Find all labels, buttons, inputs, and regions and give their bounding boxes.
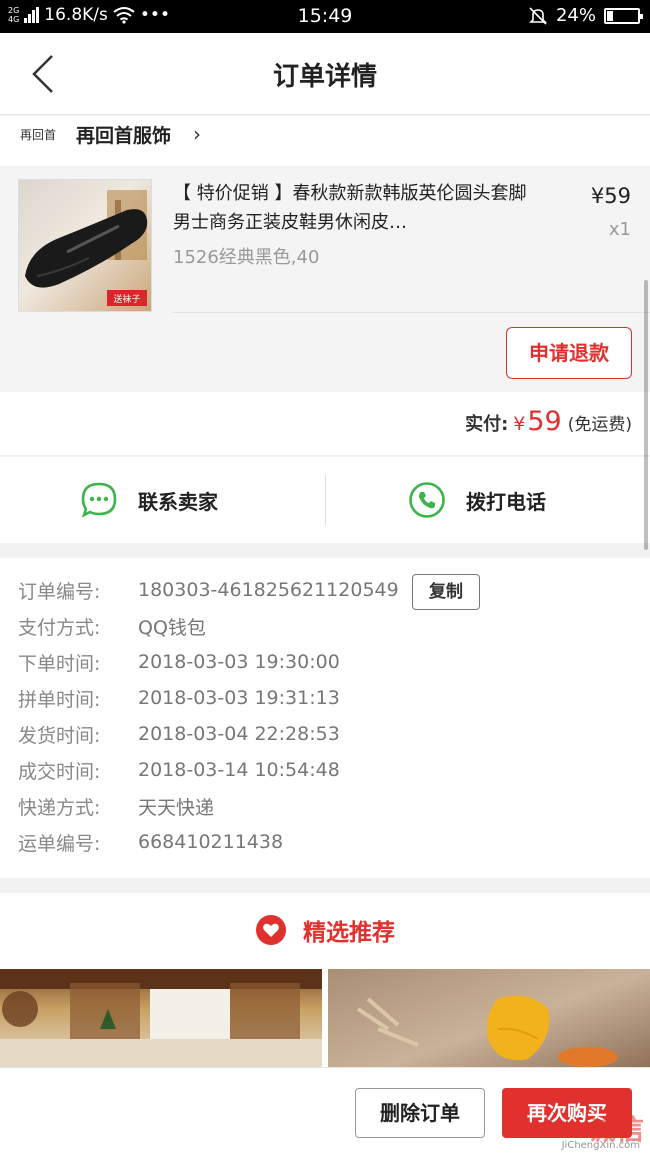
payment-summary: 实付: ¥ 59 (免运费): [0, 392, 650, 456]
product-price: ¥59: [590, 184, 631, 208]
divider: [325, 475, 326, 525]
heart-icon: [256, 915, 286, 945]
contact-seller-button[interactable]: 联系卖家: [80, 457, 218, 543]
recommend-header: 精选推荐: [0, 893, 650, 969]
contact-seller-label: 联系卖家: [138, 489, 218, 514]
battery-percent: 24%: [555, 5, 596, 26]
detail-row-ship-time: 发货时间: 2018-03-04 22:28:53: [18, 719, 340, 749]
watermark-url: JiChengXin.com: [561, 1140, 640, 1151]
watermark: 诚信 JiChengXin.com: [526, 1108, 644, 1152]
product-image-tag: 送袜子: [113, 293, 140, 305]
delete-order-button[interactable]: 删除订单: [355, 1088, 485, 1138]
page-title: 订单详情: [272, 62, 377, 92]
detail-value: 2018-03-03 19:30:00: [138, 651, 340, 673]
detail-label: 订单编号:: [18, 580, 101, 603]
shop-row[interactable]: 再回首 再回首服饰 ›: [0, 116, 650, 166]
paid-total: 实付: ¥ 59 (免运费): [465, 406, 632, 437]
detail-value: 2018-03-14 10:54:48: [138, 759, 340, 781]
shoe-image: 送袜子: [25, 190, 148, 306]
battery-icon: [604, 7, 643, 24]
detail-value: 天天快递: [138, 796, 215, 819]
detail-row-group-time: 拼单时间: 2018-03-03 19:31:13: [18, 683, 340, 713]
nav-bar: 订单详情: [0, 33, 650, 115]
call-phone-button[interactable]: 拨打电话: [408, 457, 546, 543]
order-number[interactable]: 180303-461825621120549: [138, 579, 399, 601]
mute-bell-icon: [529, 6, 547, 25]
detail-label: 成交时间:: [18, 760, 101, 783]
recommend-gallery: [0, 969, 650, 1067]
status-right: 24%: [528, 5, 643, 26]
fruit-image: [356, 995, 618, 1067]
detail-value: QQ钱包: [138, 616, 206, 639]
detail-label: 下单时间:: [18, 652, 101, 675]
chevron-right-icon: ›: [193, 122, 201, 146]
currency-symbol: ¥: [513, 413, 526, 435]
detail-label: 拼单时间:: [18, 688, 101, 711]
scrollbar[interactable]: [644, 280, 648, 550]
detail-row-order-number: 订单编号: 180303-461825621120549: [18, 575, 399, 605]
phone-icon: [409, 482, 445, 518]
contact-bar: 联系卖家 拨打电话: [0, 457, 650, 543]
shop-name[interactable]: 再回首服饰: [76, 121, 171, 148]
recommend-label: 精选推荐: [303, 920, 395, 946]
product-image[interactable]: 送袜子: [18, 179, 152, 312]
detail-row-courier: 快递方式: 天天快递: [18, 791, 214, 821]
detail-value: 2018-03-04 22:28:53: [138, 723, 340, 745]
detail-row-order-time: 下单时间: 2018-03-03 19:30:00: [18, 647, 340, 677]
status-bar: 2G 4G 16.8K/s ••• 15:49 24%: [0, 0, 650, 33]
recommend-title-row: 精选推荐: [0, 913, 650, 947]
detail-value: 2018-03-03 19:31:13: [138, 687, 340, 709]
chat-bubble-icon: [81, 482, 117, 518]
detail-label: 运单编号:: [18, 832, 101, 855]
request-refund-button[interactable]: 申请退款: [506, 327, 632, 379]
detail-label: 发货时间:: [18, 724, 101, 747]
recommend-item-image[interactable]: [328, 969, 650, 1067]
copy-button[interactable]: 复制: [412, 574, 480, 610]
order-details: 订单编号: 180303-461825621120549 复制 支付方式: QQ…: [0, 558, 650, 878]
detail-row-tracking-number: 运单编号: 668410211438: [18, 827, 283, 857]
call-phone-label: 拨打电话: [466, 489, 546, 514]
paid-amount: 59: [527, 406, 562, 437]
tracking-number[interactable]: 668410211438: [138, 831, 283, 853]
shop-logo: 再回首: [20, 128, 57, 142]
detail-label: 快递方式:: [18, 796, 101, 819]
product-spec: 1526经典黑色,40: [173, 247, 320, 268]
paid-label: 实付:: [465, 414, 509, 435]
product-title[interactable]: 【 特价促销 】春秋款新款韩版英伦圆头套脚男士商务正装皮鞋男休闲皮…: [173, 179, 533, 237]
divider: [173, 312, 650, 313]
detail-row-payment-method: 支付方式: QQ钱包: [18, 611, 206, 641]
living-room-image: [0, 969, 322, 1067]
recommend-item-image[interactable]: [0, 969, 322, 1067]
detail-label: 支付方式:: [18, 616, 101, 639]
shipping-note: (免运费): [567, 415, 632, 435]
product-item[interactable]: 送袜子 【 特价促销 】春秋款新款韩版英伦圆头套脚男士商务正装皮鞋男休闲皮… 1…: [0, 166, 650, 392]
detail-row-deal-time: 成交时间: 2018-03-14 10:54:48: [18, 755, 340, 785]
product-quantity: x1: [608, 219, 631, 240]
